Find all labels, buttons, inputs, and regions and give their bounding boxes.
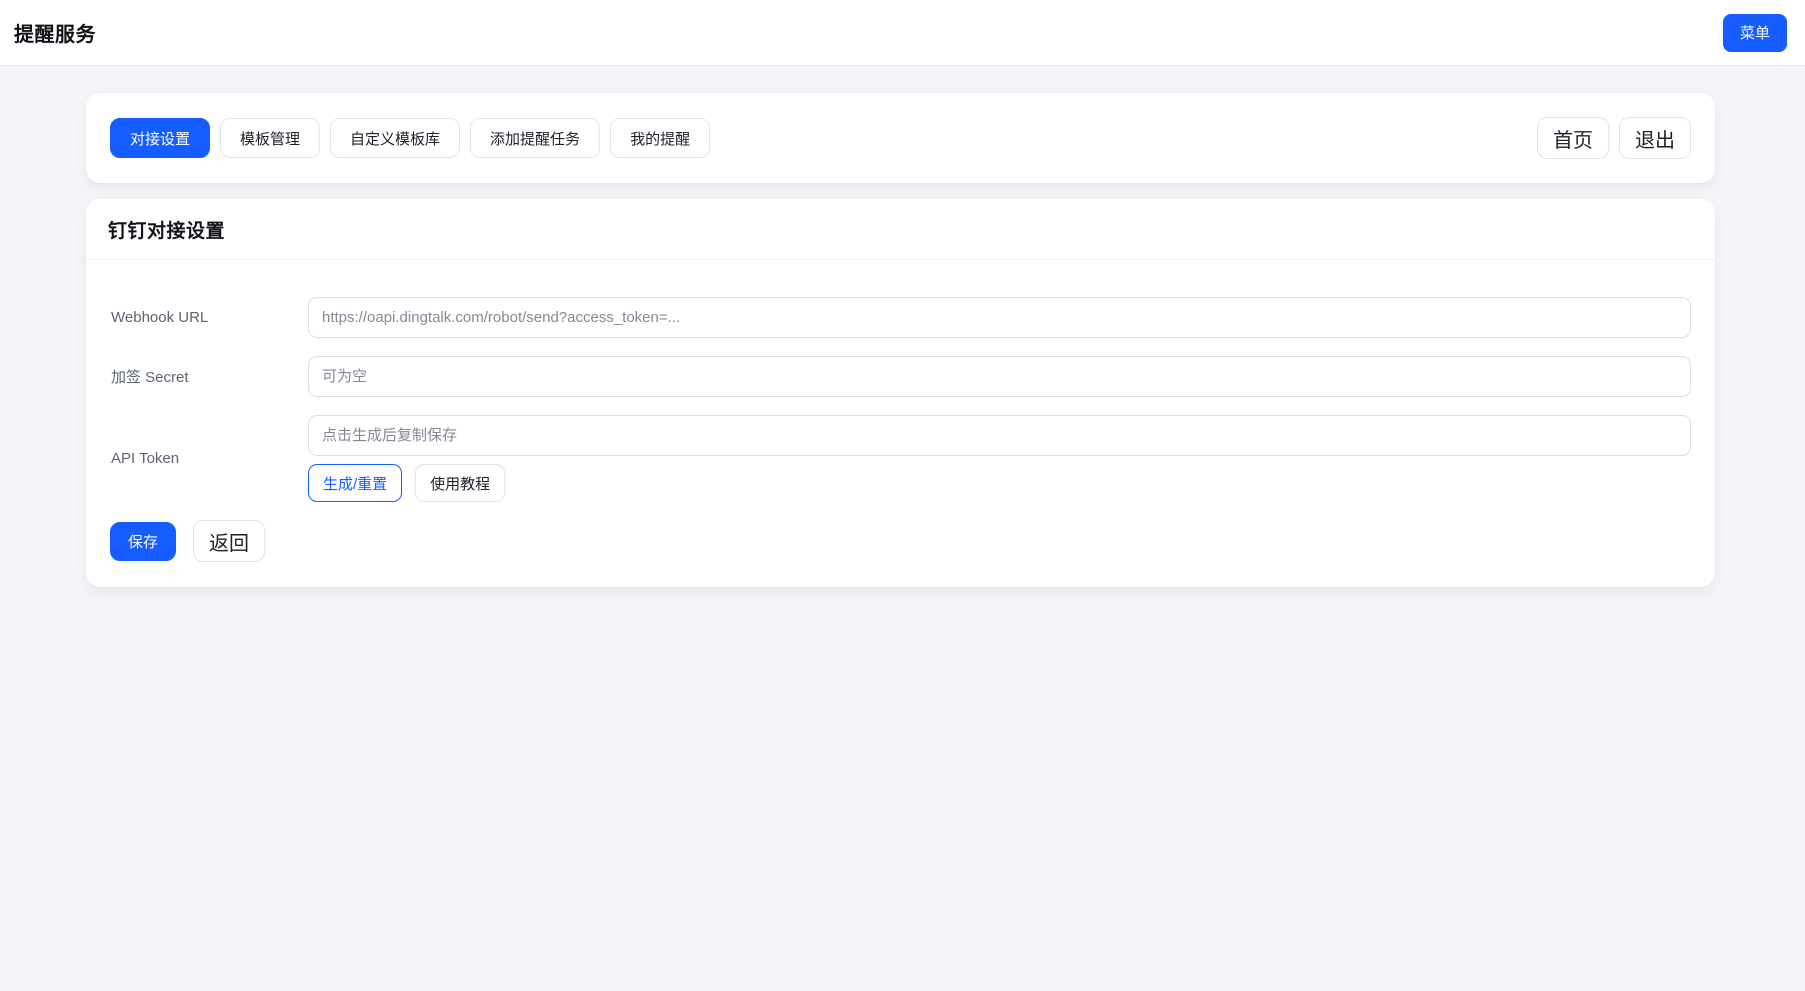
webhook-url-label: Webhook URL bbox=[111, 309, 209, 326]
tab-my-reminders[interactable]: 我的提醒 bbox=[610, 118, 711, 158]
secret-control bbox=[308, 356, 1691, 397]
form-action-row: 保存 返回 bbox=[110, 520, 1691, 562]
settings-card-title: 钉钉对接设置 bbox=[108, 221, 226, 242]
settings-card-header: 钉钉对接设置 bbox=[86, 199, 1715, 260]
save-button[interactable]: 保存 bbox=[110, 521, 177, 561]
api-token-row: API Token 生成/重置 使用教程 bbox=[110, 415, 1691, 502]
nav-tabs: 对接设置 模板管理 自定义模板库 添加提醒任务 我的提醒 bbox=[110, 118, 711, 158]
webhook-url-input[interactable] bbox=[308, 297, 1691, 338]
logout-button[interactable]: 退出 bbox=[1619, 117, 1691, 159]
page-title: 提醒服务 bbox=[14, 24, 96, 46]
tab-add-reminder-task[interactable]: 添加提醒任务 bbox=[470, 118, 601, 158]
tab-template-management[interactable]: 模板管理 bbox=[220, 118, 321, 158]
tutorial-button[interactable]: 使用教程 bbox=[415, 464, 506, 502]
secret-label: 加签 Secret bbox=[111, 369, 189, 386]
app-header: 提醒服务 菜单 bbox=[0, 0, 1805, 66]
back-button[interactable]: 返回 bbox=[193, 520, 266, 562]
generate-reset-button[interactable]: 生成/重置 bbox=[308, 464, 403, 502]
webhook-url-row: Webhook URL bbox=[110, 297, 1691, 338]
nav-actions: 首页 退出 bbox=[1537, 117, 1691, 159]
tab-custom-template-library[interactable]: 自定义模板库 bbox=[330, 118, 461, 158]
home-button[interactable]: 首页 bbox=[1537, 117, 1609, 159]
secret-input[interactable] bbox=[308, 356, 1691, 397]
nav-card: 对接设置 模板管理 自定义模板库 添加提醒任务 我的提醒 首页 退出 bbox=[86, 93, 1715, 183]
main-content: 对接设置 模板管理 自定义模板库 添加提醒任务 我的提醒 首页 退出 钉钉对接设… bbox=[86, 93, 1715, 587]
dingtalk-settings-card: 钉钉对接设置 Webhook URL 加签 Secret API Token bbox=[86, 199, 1715, 587]
api-token-label: API Token bbox=[111, 450, 180, 467]
menu-button[interactable]: 菜单 bbox=[1722, 13, 1787, 52]
settings-card-body: Webhook URL 加签 Secret API Token 生成/重置 使用… bbox=[86, 260, 1715, 587]
api-token-buttons: 生成/重置 使用教程 bbox=[308, 464, 1691, 502]
tab-connection-settings[interactable]: 对接设置 bbox=[110, 118, 211, 158]
api-token-control: 生成/重置 使用教程 bbox=[308, 415, 1691, 502]
secret-row: 加签 Secret bbox=[110, 356, 1691, 397]
webhook-url-control bbox=[308, 297, 1691, 338]
api-token-input[interactable] bbox=[308, 415, 1691, 456]
